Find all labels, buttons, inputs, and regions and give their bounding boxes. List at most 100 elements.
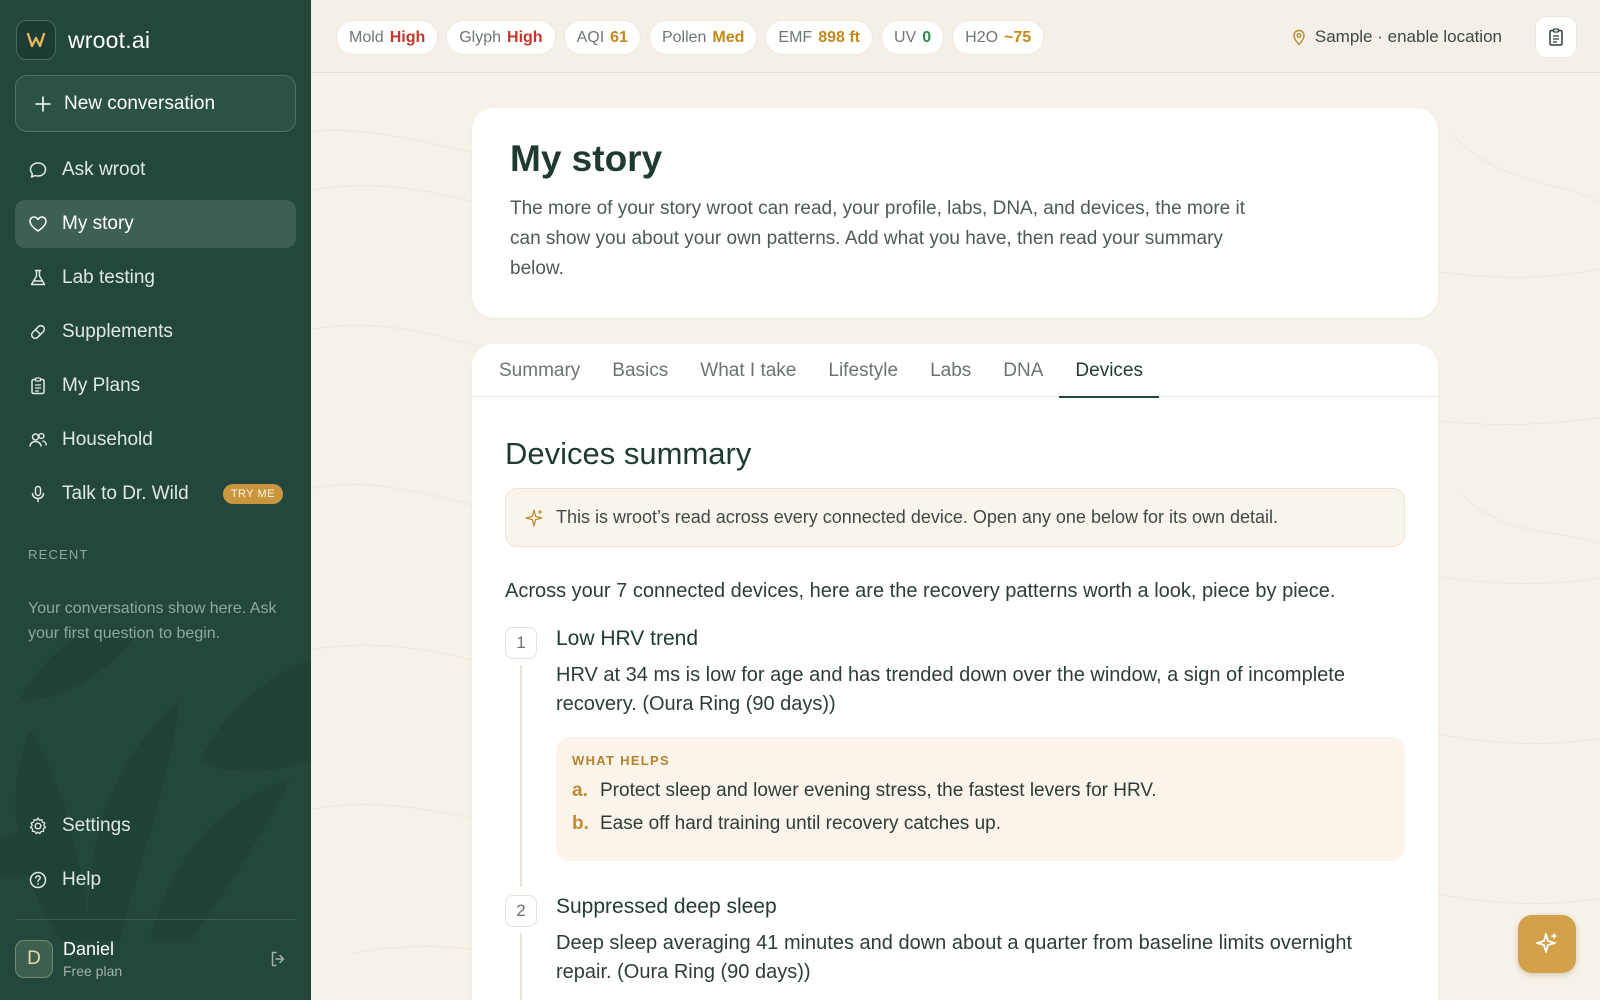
pattern-number: 1: [505, 627, 537, 659]
clipboard-button[interactable]: [1536, 17, 1576, 57]
chip-label: UV: [894, 28, 917, 46]
sidebar-item-label: Household: [62, 429, 153, 450]
recent-label: RECENT: [28, 547, 89, 562]
what-helps-text: Ease off hard training until recovery ca…: [600, 813, 1001, 834]
devices-notice: This is wroot’s read across every connec…: [505, 488, 1405, 547]
pattern-title: Low HRV trend: [556, 627, 699, 650]
timeline-line: [520, 665, 522, 887]
story-header-card: My story The more of your story wroot ca…: [472, 108, 1438, 318]
chip-pollen[interactable]: Pollen Med: [649, 21, 757, 54]
assistant-fab-button[interactable]: [1518, 915, 1576, 973]
tab-dna[interactable]: DNA: [987, 344, 1059, 397]
sidebar-nav: Ask wroot My story Lab testing Supplemen…: [15, 146, 296, 524]
microphone-icon: [28, 484, 48, 504]
tab-labs[interactable]: Labs: [914, 344, 987, 397]
tab-summary[interactable]: Summary: [483, 344, 596, 397]
sidebar-item-label: Settings: [62, 815, 131, 836]
sparkle-icon: [525, 508, 543, 527]
try-me-badge: TRY ME: [222, 484, 283, 504]
chip-aqi[interactable]: AQI 61: [564, 21, 640, 54]
help-circle-icon: [28, 870, 48, 890]
sidebar-item-label: Help: [62, 869, 102, 890]
chip-label: Pollen: [661, 28, 707, 46]
sidebar-item-lab-testing[interactable]: Lab testing: [15, 254, 296, 302]
chip-emf[interactable]: EMF 898 ft: [766, 21, 872, 54]
user-profile[interactable]: D Daniel Free plan: [15, 937, 296, 981]
tab-lifestyle[interactable]: Lifestyle: [812, 344, 914, 397]
tab-basics[interactable]: Basics: [596, 344, 684, 397]
what-helps-text: Protect sleep and lower evening stress, …: [600, 780, 1157, 801]
sidebar-item-settings[interactable]: Settings: [15, 802, 296, 850]
tab-what-i-take[interactable]: What I take: [684, 344, 812, 397]
environment-chips: Mold High Glyph High AQI 61 Pollen Med EMF 89…: [337, 21, 1044, 54]
pill-icon: [28, 322, 48, 342]
story-tabs-card: Summary Basics What I take Lifestyle Lab…: [472, 344, 1438, 1000]
what-helps-item: b. Ease off hard training until recovery…: [572, 813, 1389, 835]
heart-icon: [28, 214, 48, 234]
story-tabs: Summary Basics What I take Lifestyle Lab…: [472, 344, 1438, 398]
sidebar-item-supplements[interactable]: Supplements: [15, 308, 296, 356]
chip-glyph[interactable]: Glyph High: [447, 21, 555, 54]
flask-icon: [28, 268, 48, 288]
users-icon: [28, 430, 48, 450]
pattern-title: Suppressed deep sleep: [556, 895, 777, 918]
devices-intro: Across your 7 connected devices, here ar…: [505, 580, 1336, 602]
logout-icon[interactable]: [268, 949, 288, 974]
recent-empty-text: Your conversations show here. Ask your f…: [28, 600, 277, 642]
sidebar-item-label: Supplements: [62, 321, 173, 342]
tab-devices[interactable]: Devices: [1059, 344, 1159, 398]
chip-label: Mold: [349, 28, 384, 46]
location-text: Sample · enable location: [1314, 27, 1502, 46]
chip-label: H2O: [965, 28, 999, 46]
sidebar-item-label: Talk to Dr. Wild: [62, 483, 189, 504]
clipboard-icon: [1549, 28, 1563, 46]
sidebar-bottom-nav: Settings Help: [15, 802, 296, 910]
pattern-text: Deep sleep averaging 41 minutes and down…: [556, 932, 1353, 983]
location-pin-icon: [1293, 29, 1305, 46]
sidebar-item-label: Lab testing: [62, 267, 155, 288]
sidebar-item-household[interactable]: Household: [15, 416, 296, 464]
page-title: My story: [510, 138, 663, 179]
pattern-item: 1 Low HRV trend HRV at 34 ms is low for …: [505, 627, 1405, 887]
chip-uv[interactable]: UV 0: [882, 21, 944, 54]
location-link[interactable]: Sample · enable location: [1291, 27, 1502, 47]
sidebar-item-label: Ask wroot: [62, 159, 146, 180]
plus-icon: [35, 95, 51, 112]
pattern-item: 2 Suppressed deep sleep Deep sleep avera…: [505, 895, 1405, 1000]
what-helps-box: WHAT HELPS a. Protect sleep and lower ev…: [556, 737, 1405, 861]
chip-value: High: [507, 28, 543, 46]
brand[interactable]: wroot.ai: [16, 20, 150, 60]
user-info: Daniel Free plan: [63, 939, 122, 979]
sidebar-item-ask-wroot[interactable]: Ask wroot: [15, 146, 296, 194]
sidebar-divider: [15, 919, 296, 920]
pattern-number: 2: [505, 895, 537, 927]
sidebar-item-help[interactable]: Help: [15, 856, 296, 904]
sidebar-item-my-plans[interactable]: My Plans: [15, 362, 296, 410]
what-helps-letter: a.: [572, 780, 588, 801]
chip-value: 61: [610, 28, 628, 46]
chip-label: Glyph: [459, 28, 502, 46]
sparkle-icon: [1536, 933, 1557, 953]
chip-label: AQI: [576, 28, 605, 46]
sidebar-item-talk-to-dr-wild[interactable]: Talk to Dr. Wild TRY ME: [15, 470, 296, 518]
what-helps-item: a. Protect sleep and lower evening stres…: [572, 780, 1389, 802]
new-conversation-button[interactable]: New conversation: [15, 75, 296, 132]
gear-icon: [28, 816, 48, 836]
avatar: D: [15, 940, 53, 978]
chip-mold[interactable]: Mold High: [337, 21, 438, 54]
chip-value: High: [389, 28, 426, 46]
clipboard-icon: [28, 376, 48, 396]
page-description: The more of your story wroot can read, y…: [510, 198, 1245, 279]
sidebar-item-my-story[interactable]: My story: [15, 200, 296, 248]
sidebar: wroot.ai New conversation Ask wroot My s…: [0, 0, 311, 1000]
sidebar-item-label: My story: [62, 213, 134, 234]
brand-name: wroot.ai: [68, 26, 151, 53]
main-content: My story The more of your story wroot ca…: [311, 74, 1600, 1000]
user-plan: Free plan: [63, 963, 123, 979]
chip-value: Med: [712, 28, 745, 46]
what-helps-label: WHAT HELPS: [572, 753, 670, 768]
chip-h2o[interactable]: H2O ~75: [953, 21, 1044, 54]
environment-topbar: Mold High Glyph High AQI 61 Pollen Med EMF 89…: [311, 0, 1600, 73]
devices-summary-title: Devices summary: [505, 436, 752, 471]
user-name: Daniel: [63, 939, 115, 959]
